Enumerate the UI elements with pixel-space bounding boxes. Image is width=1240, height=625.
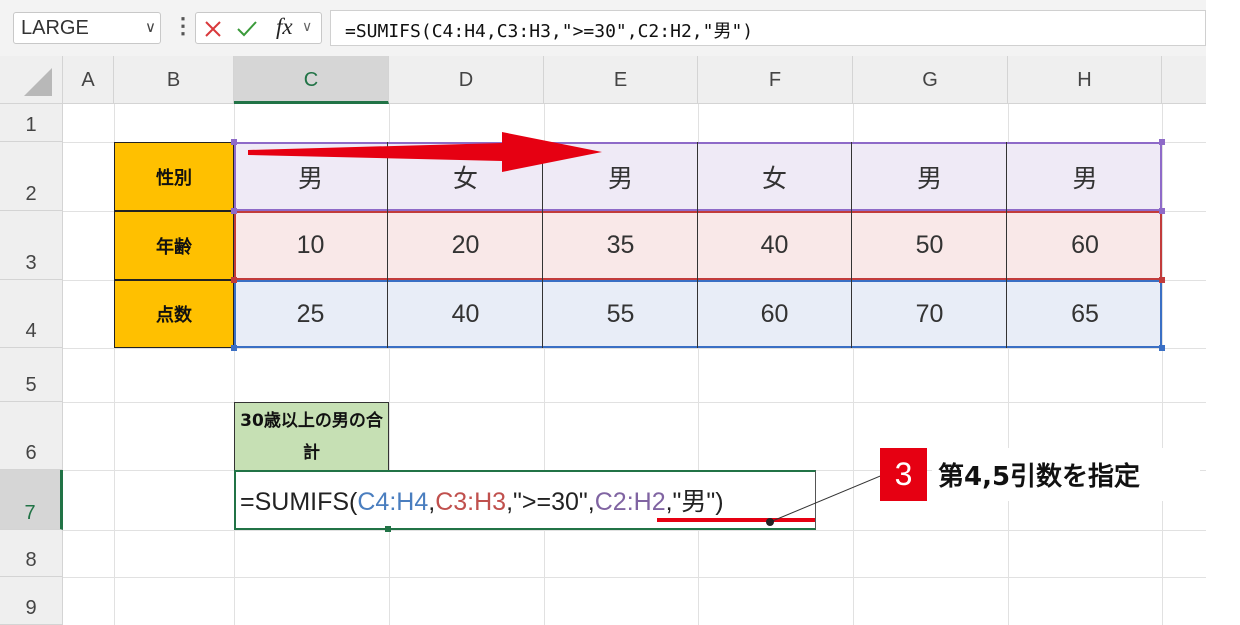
formula-criteria: ,">=30", bbox=[506, 488, 595, 516]
column-header-d[interactable]: D bbox=[389, 56, 544, 104]
row-header-7[interactable]: 7 bbox=[0, 470, 63, 530]
formula-ref-age: C3:H3 bbox=[435, 488, 507, 516]
cell-gender[interactable]: 女 bbox=[698, 142, 852, 211]
formula-buttons: fx ∨ bbox=[195, 12, 322, 44]
fill-handle[interactable] bbox=[385, 526, 391, 532]
label-gender[interactable]: 性別 bbox=[114, 142, 234, 211]
formula-ref-score: C4:H4 bbox=[357, 488, 429, 516]
insert-function-icon[interactable]: fx bbox=[276, 14, 293, 40]
select-all-corner[interactable] bbox=[0, 56, 63, 104]
cancel-icon[interactable] bbox=[204, 20, 222, 38]
step-number-badge: 3 bbox=[880, 448, 927, 501]
formula-text: =SUMIFS(C4:H4,C3:H3,">=30",C2:H2,"男") bbox=[345, 21, 754, 42]
formula-edit-cell[interactable]: =SUMIFS(C4:H4,C3:H3,">=30",C2:H2,"男") bbox=[234, 470, 816, 530]
column-header-a[interactable]: A bbox=[63, 56, 114, 104]
column-header-b[interactable]: B bbox=[114, 56, 234, 104]
column-header-f[interactable]: F bbox=[698, 56, 853, 104]
row-header-8[interactable]: 8 bbox=[0, 530, 63, 577]
name-box[interactable]: LARGE ∨ bbox=[13, 12, 161, 44]
cell-age[interactable]: 40 bbox=[698, 211, 852, 280]
row-header-6[interactable]: 6 bbox=[0, 402, 63, 470]
column-header-c[interactable]: C bbox=[234, 56, 389, 104]
cell-age[interactable]: 35 bbox=[544, 211, 698, 280]
column-header-g[interactable]: G bbox=[853, 56, 1008, 104]
column-header-h[interactable]: H bbox=[1008, 56, 1162, 104]
gridline bbox=[1162, 104, 1163, 625]
chevron-down-icon[interactable]: ∨ bbox=[145, 18, 156, 36]
more-options-icon[interactable]: ⋮ bbox=[172, 13, 194, 39]
label-score[interactable]: 点数 bbox=[114, 280, 234, 348]
row-header-5[interactable]: 5 bbox=[0, 348, 63, 402]
result-header[interactable]: 30歳以上の男の合計 bbox=[234, 402, 389, 470]
cell-score[interactable]: 55 bbox=[544, 280, 698, 348]
step-instruction: 第4,5引数を指定 bbox=[932, 448, 1200, 501]
cell-gender[interactable]: 男 bbox=[853, 142, 1007, 211]
column-header-e[interactable]: E bbox=[544, 56, 698, 104]
cell-score[interactable]: 40 bbox=[389, 280, 543, 348]
column-header-blank bbox=[1162, 56, 1206, 104]
row-header-3[interactable]: 3 bbox=[0, 211, 63, 280]
enter-check-icon[interactable] bbox=[236, 19, 258, 39]
formula-ref-gender: C2:H2 bbox=[594, 488, 666, 516]
cell-score[interactable]: 60 bbox=[698, 280, 852, 348]
name-box-value: LARGE bbox=[21, 17, 89, 39]
arrow-right-icon bbox=[248, 132, 602, 172]
edit-formula-text: =SUMIFS(C4:H4,C3:H3,">=30",C2:H2,"男") bbox=[240, 482, 724, 518]
row-header-1[interactable]: 1 bbox=[0, 104, 63, 142]
cell-score[interactable]: 25 bbox=[234, 280, 388, 348]
formula-input[interactable]: =SUMIFS(C4:H4,C3:H3,">=30",C2:H2,"男") bbox=[330, 10, 1206, 46]
cell-score[interactable]: 70 bbox=[853, 280, 1007, 348]
formula-suffix: ,"男") bbox=[665, 488, 724, 516]
cell-score[interactable]: 65 bbox=[1008, 280, 1162, 348]
row-header-2[interactable]: 2 bbox=[0, 142, 63, 211]
cell-age[interactable]: 20 bbox=[389, 211, 543, 280]
formula-prefix: =SUMIFS( bbox=[240, 488, 358, 516]
cell-gender[interactable]: 男 bbox=[1008, 142, 1162, 211]
formula-bar: LARGE ∨ ⋮ fx ∨ =SUMIFS(C4:H4,C3:H3,">=30… bbox=[0, 0, 1206, 57]
label-age[interactable]: 年齢 bbox=[114, 211, 234, 280]
cell-age[interactable]: 60 bbox=[1008, 211, 1162, 280]
cell-age[interactable]: 10 bbox=[234, 211, 388, 280]
cell-age[interactable]: 50 bbox=[853, 211, 1007, 280]
row-header-9[interactable]: 9 bbox=[0, 577, 63, 625]
chevron-down-icon[interactable]: ∨ bbox=[302, 19, 312, 35]
row-header-4[interactable]: 4 bbox=[0, 280, 63, 348]
